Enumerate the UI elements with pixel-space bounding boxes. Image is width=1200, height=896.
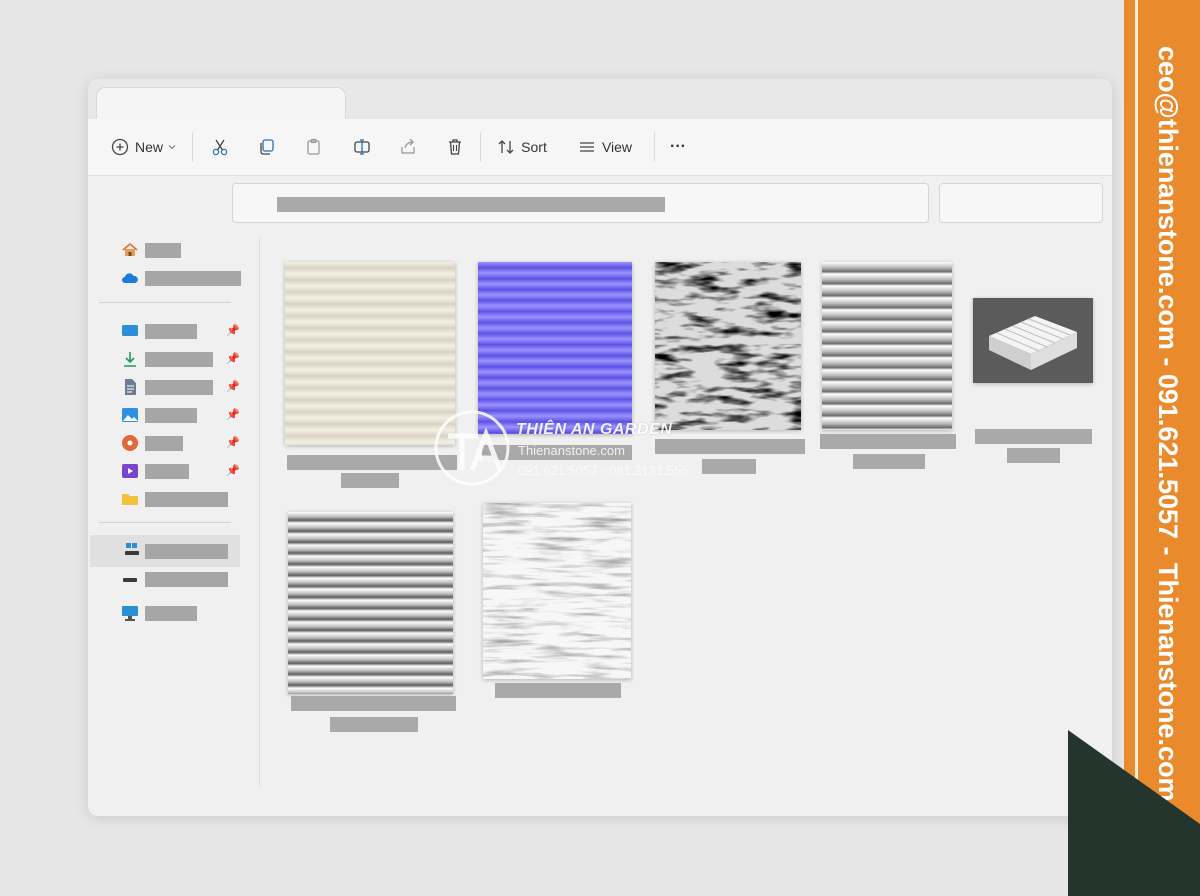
- copy-button[interactable]: [253, 131, 281, 163]
- share-icon: [401, 138, 415, 154]
- pin-icon: 📌: [226, 353, 240, 365]
- nav-this-pc[interactable]: [90, 535, 240, 567]
- texture-thumbnail-roughness: [655, 262, 801, 430]
- filename-redacted: [291, 696, 456, 711]
- plus-circle-icon: [111, 138, 129, 156]
- nav-label-redacted: [145, 352, 213, 367]
- nav-drive[interactable]: [88, 568, 260, 590]
- nav-label-redacted: [145, 572, 228, 587]
- filename-redacted: [1007, 448, 1060, 463]
- music-icon: [121, 434, 139, 452]
- filename-redacted: [655, 439, 805, 454]
- drive-icon: [121, 570, 139, 588]
- rename-icon: [354, 139, 370, 155]
- texture-thumbnail-specular: [288, 512, 453, 694]
- paste-button[interactable]: [300, 131, 328, 163]
- nav-pictures[interactable]: 📌: [88, 404, 260, 426]
- more-options-button[interactable]: ···: [666, 131, 690, 163]
- filename-redacted: [495, 683, 621, 698]
- filename-redacted: [330, 717, 418, 732]
- view-label: View: [601, 139, 633, 155]
- brand-band-stripe: [1135, 0, 1138, 790]
- pin-icon: 📌: [226, 325, 240, 337]
- nav-downloads[interactable]: 📌: [88, 348, 260, 370]
- nav-home[interactable]: [88, 239, 260, 261]
- windows-drive-icon: [123, 541, 141, 559]
- texture-thumbnail-albedo: [285, 262, 455, 445]
- documents-icon: [121, 378, 139, 396]
- nav-label-redacted: [145, 464, 189, 479]
- tab-strip: [88, 79, 1112, 120]
- pin-icon: 📌: [226, 409, 240, 421]
- filename-redacted: [287, 455, 457, 470]
- nav-desktop[interactable]: 📌: [88, 320, 260, 342]
- filename-redacted: [341, 473, 399, 488]
- view-button[interactable]: View: [576, 131, 634, 163]
- render-preview-thumbnail: [973, 298, 1093, 383]
- file-explorer-window: New Sort View ··· 📌 📌 📌 📌 📌 📌: [88, 79, 1112, 816]
- cut-icon: [212, 139, 228, 156]
- address-path-redacted: [277, 197, 665, 212]
- view-icon: [579, 142, 594, 152]
- nav-videos[interactable]: 📌: [88, 460, 260, 482]
- nav-label-redacted: [145, 492, 228, 507]
- nav-network[interactable]: [88, 602, 260, 624]
- nav-label-redacted: [145, 606, 197, 621]
- home-icon: [121, 241, 139, 259]
- cut-button[interactable]: [206, 131, 234, 163]
- nav-folder[interactable]: [88, 488, 260, 510]
- nav-documents[interactable]: 📌: [88, 376, 260, 398]
- filename-redacted: [975, 429, 1092, 444]
- nav-label-redacted: [145, 408, 197, 423]
- delete-icon: [449, 139, 461, 155]
- sort-label: Sort: [521, 139, 547, 155]
- new-label: New: [134, 139, 163, 155]
- copy-icon: [260, 139, 274, 155]
- filename-redacted: [820, 434, 956, 449]
- nav-label-redacted: [145, 324, 197, 339]
- nav-label-redacted: [145, 243, 181, 258]
- delete-button[interactable]: [441, 131, 469, 163]
- chevron-down-icon: [168, 145, 176, 150]
- sort-button[interactable]: Sort: [494, 131, 550, 163]
- nav-label-redacted: [145, 436, 183, 451]
- filename-redacted: [482, 445, 632, 460]
- videos-icon: [121, 462, 139, 480]
- tab-active[interactable]: [97, 88, 345, 120]
- pin-icon: 📌: [226, 381, 240, 393]
- search-box[interactable]: [939, 183, 1103, 223]
- rename-button[interactable]: [348, 131, 376, 163]
- texture-thumbnail-normal: [478, 262, 632, 434]
- pin-icon: 📌: [226, 465, 240, 477]
- nav-music[interactable]: 📌: [88, 432, 260, 454]
- network-icon: [121, 604, 139, 622]
- cloud-icon: [121, 269, 139, 287]
- nav-label-redacted: [145, 544, 228, 559]
- nav-onedrive[interactable]: [88, 267, 260, 289]
- nav-label-redacted: [145, 271, 241, 286]
- command-bar: New Sort View ···: [88, 119, 1112, 176]
- download-icon: [121, 350, 139, 368]
- paste-icon: [307, 138, 320, 155]
- folder-icon: [121, 490, 139, 508]
- sort-icon: [498, 140, 514, 154]
- address-bar[interactable]: [232, 183, 929, 223]
- nav-label-redacted: [145, 380, 213, 395]
- desktop-icon: [121, 322, 139, 340]
- filename-redacted: [853, 454, 925, 469]
- navigation-pane: 📌 📌 📌 📌 📌 📌: [88, 235, 260, 795]
- corner-decoration: [1068, 730, 1200, 896]
- filename-redacted: [702, 459, 756, 474]
- new-button[interactable]: New: [108, 131, 180, 163]
- more-icon: ···: [670, 138, 686, 155]
- texture-thumbnail-displacement: [822, 262, 952, 430]
- texture-thumbnail-ambient-occlusion: [483, 503, 631, 679]
- pictures-icon: [121, 406, 139, 424]
- pin-icon: 📌: [226, 437, 240, 449]
- share-button[interactable]: [394, 131, 422, 163]
